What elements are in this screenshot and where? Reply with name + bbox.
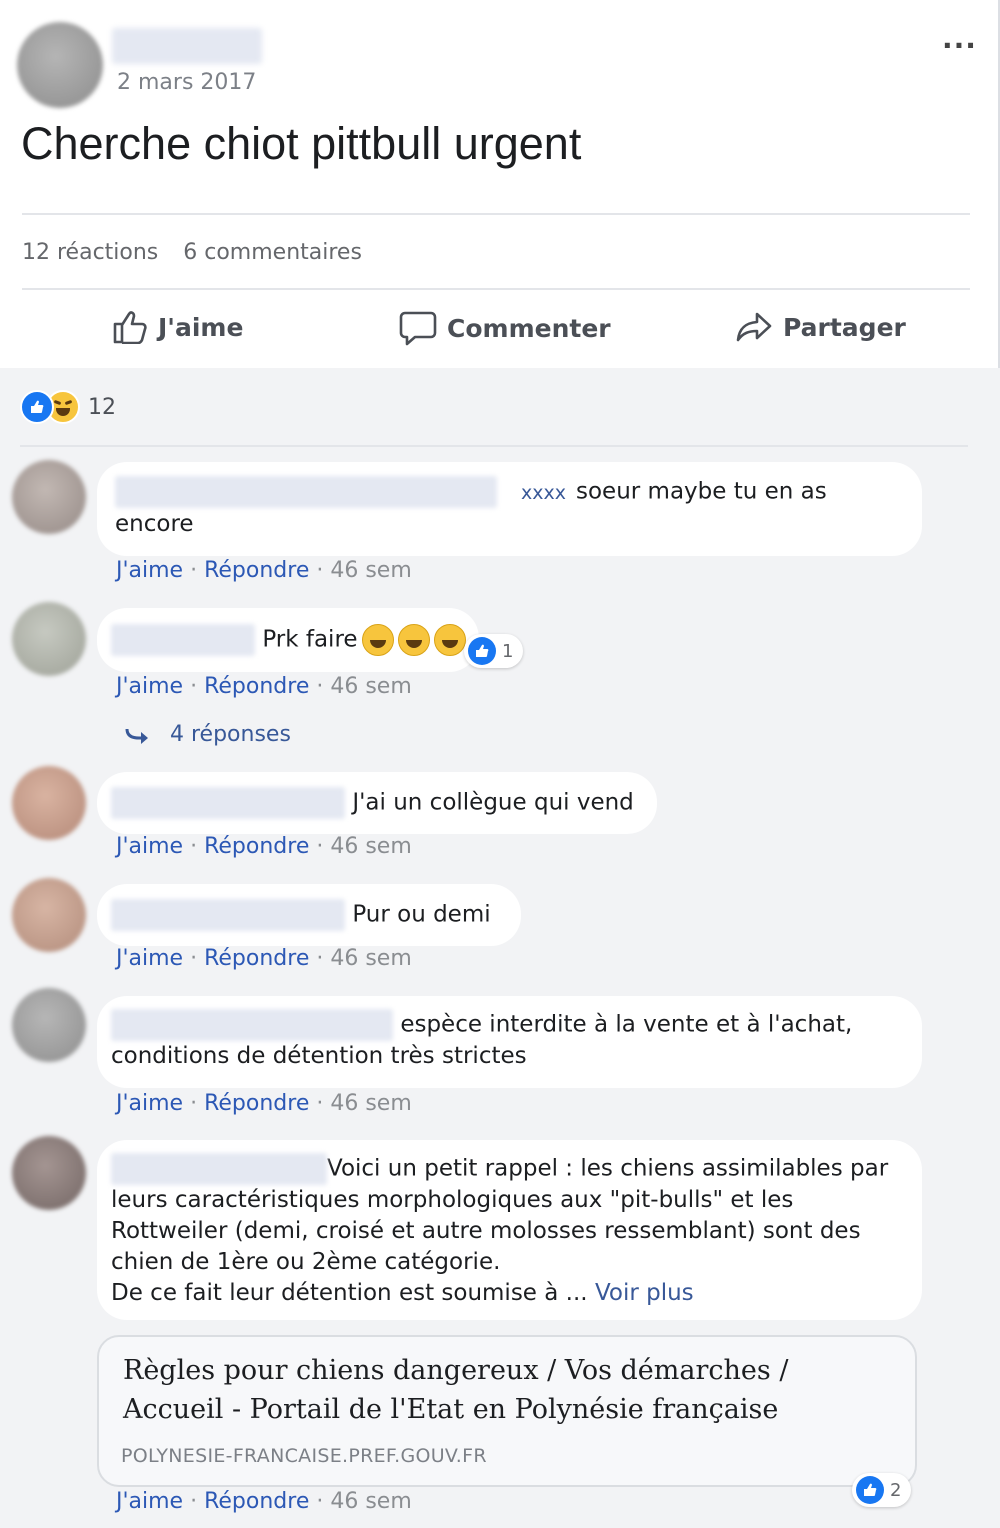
share-icon (736, 312, 772, 342)
divider (22, 213, 970, 215)
comments-count[interactable]: 6 commentaires (183, 240, 362, 265)
comment-like-link[interactable]: J'aime (116, 674, 183, 699)
link-preview-domain: POLYNESIE-FRANCAISE.PREF.GOUV.FR (121, 1445, 487, 1467)
comment-text: J'ai un collègue qui vend (352, 789, 634, 816)
comment-text: Pur ou demi (352, 901, 491, 928)
reactions-count[interactable]: 12 réactions (22, 240, 158, 265)
comment-meta: J'aime · Répondre · 46 sem (116, 674, 412, 699)
comment-time[interactable]: 46 sem (330, 1489, 411, 1514)
like-reaction-icon (468, 637, 496, 665)
comment-text-continued: conditions de détention très strictes (111, 1043, 527, 1069)
comment-time[interactable]: 46 sem (330, 674, 411, 699)
comment-like-link[interactable]: J'aime (116, 946, 183, 971)
grinning-emoji-icon (433, 624, 466, 656)
comment-time[interactable]: 46 sem (330, 946, 411, 971)
comment-time[interactable]: 46 sem (330, 834, 411, 859)
comment-text-continued: encore (115, 510, 194, 537)
comment-icon (399, 311, 437, 346)
comment-time[interactable]: 46 sem (330, 558, 411, 583)
comment-like-link[interactable]: J'aime (116, 1091, 183, 1116)
reaction-count: 2 (890, 1479, 902, 1501)
divider (20, 445, 968, 447)
commenter-avatar[interactable] (12, 878, 86, 952)
like-reaction-icon (20, 390, 54, 424)
comment-text: espèce interdite à la vente et à l'achat… (400, 1011, 853, 1038)
comment-text-line: De ce fait leur détention est soumise à … (111, 1280, 588, 1306)
comment-bubble: Voici un petit rappel : les chiens assim… (97, 1140, 922, 1320)
comment-reply-link[interactable]: Répondre (204, 674, 309, 699)
see-more-link[interactable]: Voir plus (595, 1280, 694, 1306)
comment-reaction-badge[interactable]: 1 (464, 634, 524, 668)
comment-meta: J'aime · Répondre · 46 sem (116, 558, 412, 583)
comment-reply-link[interactable]: Répondre (204, 946, 309, 971)
commenter-name[interactable] (111, 624, 255, 656)
comment-like-link[interactable]: J'aime (116, 558, 183, 583)
post-author-avatar[interactable] (17, 22, 103, 108)
comment-text-line: Voici un petit rappel : les chiens assim… (327, 1155, 889, 1182)
like-button[interactable]: J'aime (112, 310, 243, 344)
reaction-summary[interactable]: 12 (20, 390, 116, 424)
commenter-name[interactable] (115, 476, 497, 508)
commenter-name[interactable] (111, 899, 345, 931)
comment-button[interactable]: Commenter (399, 310, 611, 346)
more-options-button[interactable]: ... (942, 22, 977, 55)
comment-bubble: espèce interdite à la vente et à l'achat… (97, 996, 922, 1088)
comment-text-line: Rottweiler (demi, croisé et autre moloss… (111, 1218, 861, 1244)
reply-arrow-icon (125, 728, 148, 744)
commenter-name[interactable] (111, 1153, 327, 1185)
reaction-summary-count: 12 (88, 394, 116, 420)
commenter-avatar[interactable] (12, 988, 86, 1062)
reaction-count: 1 (502, 640, 514, 662)
replies-label: 4 réponses (170, 722, 291, 747)
thumbs-up-icon (113, 311, 147, 344)
post-author-name[interactable] (112, 28, 262, 64)
comment-reply-link[interactable]: Répondre (204, 1489, 309, 1514)
comment-reply-link[interactable]: Répondre (204, 1091, 309, 1116)
comment-meta: J'aime · Répondre · 46 sem (116, 946, 412, 971)
comment-text: Prk faire (262, 626, 358, 653)
comment-text-line: chien de 1ère ou 2ème catégorie. (111, 1249, 501, 1275)
share-label: Partager (783, 312, 906, 342)
commenter-avatar[interactable] (12, 1136, 86, 1210)
link-preview-card[interactable]: Règles pour chiens dangereux / Vos démar… (97, 1335, 917, 1487)
comment-label: Commenter (447, 313, 611, 343)
commenter-name[interactable] (111, 1009, 393, 1041)
comment-text-line: leurs caractéristiques morphologiques au… (111, 1187, 794, 1213)
like-reaction-icon (856, 1476, 884, 1504)
comment-text: soeur maybe tu en as (575, 478, 827, 505)
comment-bubble: Pur ou demi (97, 884, 521, 946)
post-text: Cherche chiot pittbull urgent (21, 118, 582, 169)
link-preview-title: Règles pour chiens dangereux / Vos démar… (123, 1355, 789, 1425)
commenter-name[interactable] (111, 787, 345, 819)
comment-bubble: Prk faire (97, 608, 479, 672)
comment-like-link[interactable]: J'aime (116, 834, 183, 859)
laughing-emoji-icon (361, 624, 394, 656)
post-card: 2 mars 2017 ... Cherche chiot pittbull u… (0, 0, 1000, 368)
share-button[interactable]: Partager (735, 310, 906, 344)
divider (22, 288, 970, 290)
view-replies-link[interactable]: 4 réponses (124, 722, 291, 747)
sweat-smile-emoji-icon (397, 624, 430, 656)
like-label: J'aime (158, 312, 244, 342)
commenter-avatar[interactable] (12, 460, 86, 534)
commenter-avatar[interactable] (12, 602, 86, 676)
comment-reply-link[interactable]: Répondre (204, 558, 309, 583)
comment-meta: J'aime · Répondre · 46 sem (116, 1091, 412, 1116)
comment-bubble: J'ai un collègue qui vend (97, 772, 657, 834)
comment-reply-link[interactable]: Répondre (204, 834, 309, 859)
comment-like-link[interactable]: J'aime (116, 1489, 183, 1514)
post-date[interactable]: 2 mars 2017 (117, 70, 256, 95)
comment-bubble: xxxx soeur maybe tu en as encore (97, 462, 922, 556)
post-stats: 12 réactions 6 commentaires (22, 240, 380, 265)
mention-link[interactable]: xxxx (521, 482, 566, 504)
commenter-avatar[interactable] (12, 766, 86, 840)
comment-meta: J'aime · Répondre · 46 sem (116, 834, 412, 859)
comment-reaction-badge[interactable]: 2 (852, 1473, 912, 1507)
comment-meta: J'aime · Répondre · 46 sem (116, 1489, 412, 1514)
comment-time[interactable]: 46 sem (330, 1091, 411, 1116)
